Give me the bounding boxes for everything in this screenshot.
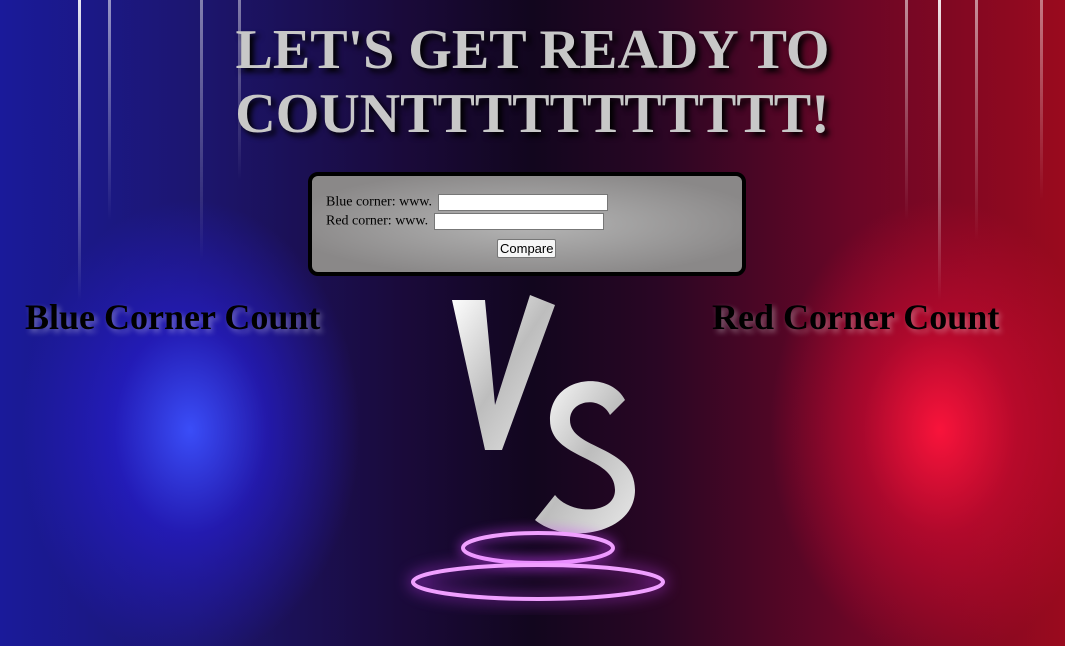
compare-form: Blue corner: www. Red corner: www. Compa… [308,172,746,276]
vs-letter-v [452,295,555,450]
blue-corner-row: Blue corner: www. [326,194,608,211]
glow-ring-bottom [411,563,665,601]
blue-corner-count: Blue Corner Count [25,297,321,337]
red-corner-input[interactable] [433,213,604,230]
blue-corner-input[interactable] [437,194,608,211]
blue-corner-label: Blue corner: www. [326,194,433,210]
compare-button[interactable]: Compare [497,239,557,258]
red-corner-label: Red corner: www. [326,213,429,229]
red-corner-count: Red Corner Count [712,297,1000,337]
vs-logo [411,295,665,601]
red-corner-row: Red corner: www. [326,213,604,230]
page-title: LET'S GET READY TO COUNTTTTTTTTTTT! [235,19,830,145]
vs-letter-s [535,381,635,534]
glow-ring-top [461,531,615,565]
